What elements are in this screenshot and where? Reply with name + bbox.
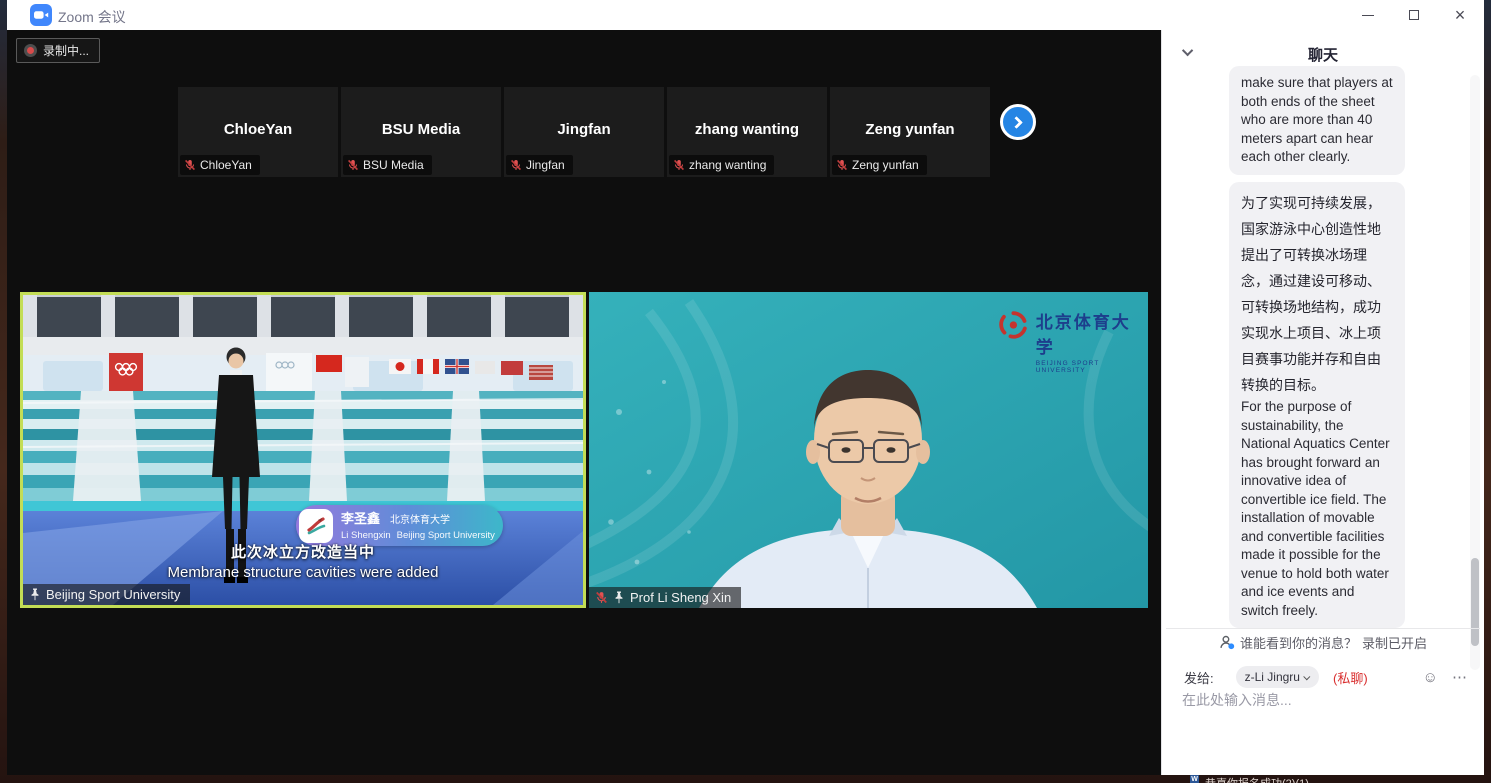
- participant-name-tag: Jingfan: [506, 155, 573, 175]
- chat-message-text: make sure that players at both ends of t…: [1241, 74, 1393, 167]
- chat-message-text-zh: 为了实现可持续发展，国家游泳中心创造性地提出了可转换冰场理念，通过建设可移动、可…: [1241, 190, 1393, 398]
- private-chat-tag: (私聊): [1333, 668, 1368, 687]
- participant-name: ChloeYan: [178, 121, 338, 138]
- badge-text: 李圣鑫北京体育大学 Li ShengxinBeijing Sport Unive…: [341, 509, 495, 542]
- zoom-app-icon: [30, 4, 52, 26]
- participant-tile[interactable]: Jingfan Jingfan: [504, 87, 664, 177]
- recording-indicator[interactable]: 录制中...: [16, 38, 100, 63]
- background-document-titlebar: W 恭喜你报名成功(2)(1): [1190, 775, 1309, 783]
- desktop-background: W 恭喜你报名成功(2)(1) Zoom 会议 × 录制中... ChloeYa…: [0, 0, 1491, 783]
- participant-tile[interactable]: BSU Media BSU Media: [341, 87, 501, 177]
- chat-title: 聊天: [1162, 44, 1484, 65]
- video-feed-prof-li-sheng-xin[interactable]: 北京体育大学 BEIJING SPORT UNIVERSITY Prof Li …: [589, 292, 1148, 608]
- pin-icon: [613, 591, 625, 604]
- window-title: Zoom 会议: [58, 7, 126, 27]
- participant-tile[interactable]: Zeng yunfan Zeng yunfan: [830, 87, 990, 177]
- participant-name-tag: Zeng yunfan: [832, 155, 927, 175]
- person-visibility-icon: [1219, 635, 1235, 650]
- participant-name-tag: zhang wanting: [669, 155, 774, 175]
- participant-name: zhang wanting: [667, 121, 827, 138]
- chat-panel: 聊天 make sure that players at both ends o…: [1161, 30, 1484, 775]
- visibility-notice: 谁能看到你的消息？: [1240, 633, 1357, 652]
- video-feed-beijing-sport-university[interactable]: 李圣鑫北京体育大学 Li ShengxinBeijing Sport Unive…: [20, 292, 586, 608]
- recipient-name: z-Li Jingru: [1245, 670, 1300, 684]
- window-titlebar: Zoom 会议 ×: [7, 0, 1484, 30]
- close-button[interactable]: ×: [1440, 0, 1480, 30]
- mic-muted-icon: [184, 159, 196, 171]
- mic-muted-icon: [595, 591, 608, 604]
- maximize-icon: [1409, 10, 1419, 20]
- mic-muted-icon: [836, 159, 848, 171]
- participant-name: BSU Media: [341, 121, 501, 138]
- chevron-down-icon: [1303, 673, 1310, 680]
- meeting-stage: 录制中... ChloeYan ChloeYan BSU Media BSU M…: [7, 30, 1161, 775]
- recording-on-notice: 录制已开启: [1362, 633, 1427, 652]
- video-subtitles: 此次冰立方改造当中 Membrane structure cavities we…: [23, 541, 583, 581]
- participant-name: Jingfan: [504, 121, 664, 138]
- bsu-logo-text: 北京体育大学 BEIJING SPORT UNIVERSITY: [1036, 308, 1148, 374]
- mic-muted-icon: [673, 159, 685, 171]
- recording-indicator-label: 录制中...: [43, 42, 89, 59]
- participant-tile[interactable]: zhang wanting zhang wanting: [667, 87, 827, 177]
- participant-name: Zeng yunfan: [830, 121, 990, 138]
- badge-logo-icon: [299, 509, 333, 543]
- subtitle-english: Membrane structure cavities were added: [23, 564, 583, 581]
- chat-message: 为了实现可持续发展，国家游泳中心创造性地提出了可转换冰场理念，通过建设可移动、可…: [1229, 182, 1405, 628]
- close-icon: ×: [1455, 6, 1466, 24]
- chevron-right-icon: [1010, 116, 1023, 129]
- bsu-logo: 北京体育大学 BEIJING SPORT UNIVERSITY: [997, 308, 1148, 374]
- minimize-icon: [1362, 15, 1374, 16]
- recipient-dropdown[interactable]: z-Li Jingru: [1236, 666, 1319, 688]
- word-icon: W: [1190, 775, 1199, 783]
- chat-compose-row: 发给: z-Li Jingru (私聊) ☺ ⋯: [1184, 665, 1468, 689]
- chat-message-text-en: For the purpose of sustainability, the N…: [1241, 398, 1393, 620]
- more-options-button[interactable]: ⋯: [1452, 670, 1468, 685]
- participant-tile[interactable]: ChloeYan ChloeYan: [178, 87, 338, 177]
- video-name-tag: Beijing Sport University: [23, 584, 190, 605]
- filmstrip-next-page-button[interactable]: [1000, 104, 1036, 140]
- chat-message-input[interactable]: [1182, 692, 1452, 708]
- mic-muted-icon: [510, 159, 522, 171]
- participant-name-tag: BSU Media: [343, 155, 432, 175]
- minimize-button[interactable]: [1348, 0, 1388, 30]
- mic-muted-icon: [347, 159, 359, 171]
- chat-message: make sure that players at both ends of t…: [1229, 66, 1405, 175]
- send-to-label: 发给:: [1184, 668, 1214, 687]
- subtitle-chinese: 此次冰立方改造当中: [23, 541, 583, 562]
- recording-dot-icon: [24, 44, 37, 57]
- maximize-button[interactable]: [1394, 0, 1434, 30]
- participant-name-tag: ChloeYan: [180, 155, 260, 175]
- pin-icon: [29, 588, 41, 601]
- speaker-name-badge: 李圣鑫北京体育大学 Li ShengxinBeijing Sport Unive…: [296, 505, 503, 546]
- chat-footer-divider: [1166, 628, 1480, 629]
- video-name-tag: Prof Li Sheng Xin: [589, 587, 741, 608]
- emoji-button[interactable]: ☺: [1423, 670, 1438, 685]
- chat-visibility-status: 谁能看到你的消息？ 录制已开启: [1162, 633, 1484, 652]
- background-document-title: 恭喜你报名成功(2)(1): [1205, 775, 1309, 783]
- bsu-swirl-icon: [997, 308, 1030, 342]
